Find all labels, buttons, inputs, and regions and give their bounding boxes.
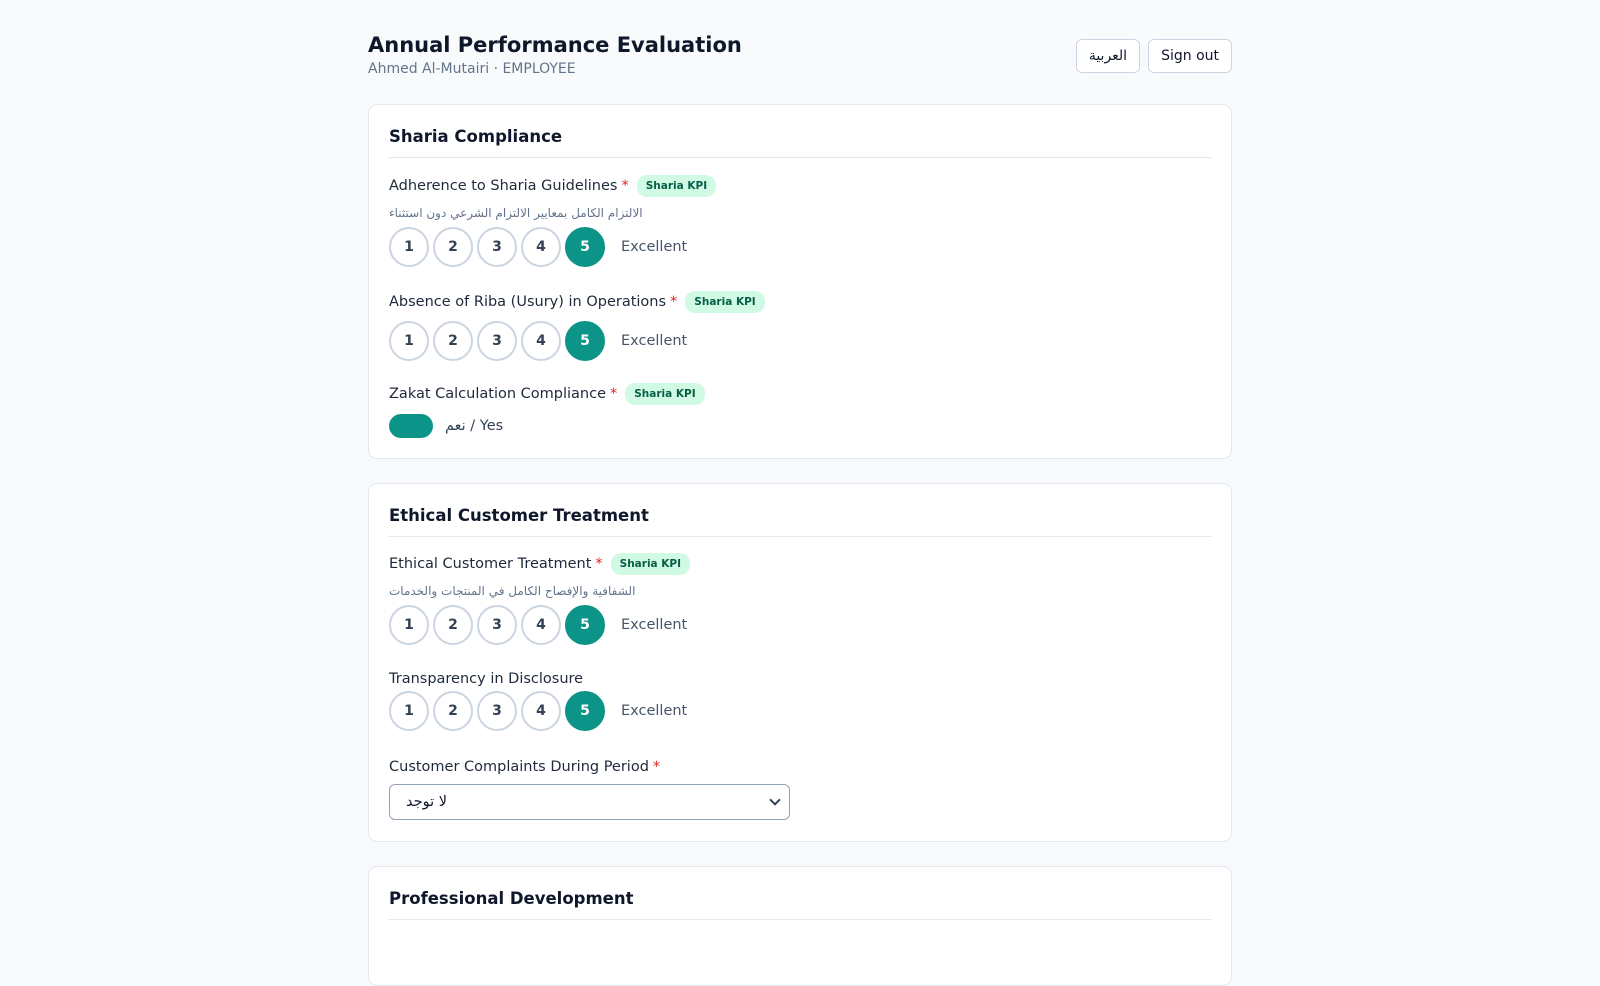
question-label-row: Transparency in Disclosure xyxy=(389,671,583,687)
section-professional-development: Professional Development xyxy=(368,866,1232,986)
required-marker: * xyxy=(610,386,618,402)
page-title: Annual Performance Evaluation xyxy=(368,33,742,57)
rating-option-2[interactable]: 2 xyxy=(433,691,473,731)
user-subtitle: Ahmed Al-Mutairi · EMPLOYEE xyxy=(368,61,576,77)
question-hint: الشفافية والإفصاح الكامل في المنتجات وال… xyxy=(389,584,636,598)
rating-option-4[interactable]: 4 xyxy=(521,227,561,267)
rating-text: Excellent xyxy=(621,617,688,633)
toggle-label: نعم / Yes xyxy=(445,418,504,434)
required-marker: * xyxy=(652,759,661,775)
rating-text: Excellent xyxy=(621,703,688,719)
question-label: Absence of Riba (Usury) in Operations xyxy=(389,294,667,310)
header-actions: العربية Sign out xyxy=(1075,39,1232,73)
question-label: Adherence to Sharia Guidelines xyxy=(389,178,618,194)
page-header: Annual Performance Evaluation Ahmed Al-M… xyxy=(368,0,1232,104)
question-label: Transparency in Disclosure xyxy=(389,671,584,687)
question-label: Customer Complaints During Period xyxy=(389,759,649,775)
page: Annual Performance Evaluation Ahmed Al-M… xyxy=(368,0,1232,986)
complaints-select[interactable]: لا توجد xyxy=(389,784,790,820)
sharia-kpi-badge: Sharia KPI xyxy=(636,175,717,197)
rating-option-3[interactable]: 3 xyxy=(477,321,517,361)
rating-text: Excellent xyxy=(621,333,688,349)
section-ethical-customer-treatment: Ethical Customer Treatment Ethical Custo… xyxy=(368,483,1232,842)
language-toggle-button[interactable]: العربية xyxy=(1075,39,1141,73)
chevron-down-icon xyxy=(769,794,781,806)
required-marker: * xyxy=(595,556,603,572)
rating-option-4[interactable]: 4 xyxy=(521,605,561,645)
question-label-row: Zakat Calculation Compliance * Sharia KP… xyxy=(389,383,705,405)
rating-option-5[interactable]: 5 xyxy=(565,605,605,645)
select-value: لا توجد xyxy=(406,794,447,810)
sharia-kpi-badge: Sharia KPI xyxy=(610,553,691,575)
section-sharia-compliance: Sharia Compliance Adherence to Sharia Gu… xyxy=(368,104,1232,459)
rating-option-4[interactable]: 4 xyxy=(521,321,561,361)
rating-scale: 1 2 3 4 5 Excellent xyxy=(389,227,687,267)
section-header: Professional Development xyxy=(389,867,1211,920)
rating-option-1[interactable]: 1 xyxy=(389,227,429,267)
question-label: Zakat Calculation Compliance xyxy=(389,386,606,402)
rating-option-5[interactable]: 5 xyxy=(565,691,605,731)
rating-option-1[interactable]: 1 xyxy=(389,321,429,361)
rating-option-2[interactable]: 2 xyxy=(433,321,473,361)
toggle-row: نعم / Yes xyxy=(389,414,503,438)
rating-option-2[interactable]: 2 xyxy=(433,605,473,645)
section-header: Ethical Customer Treatment xyxy=(389,484,1211,537)
rating-option-5[interactable]: 5 xyxy=(565,321,605,361)
required-marker: * xyxy=(670,294,678,310)
section-header: Sharia Compliance xyxy=(389,105,1211,158)
section-title: Sharia Compliance xyxy=(389,127,563,146)
rating-scale: 1 2 3 4 5 Excellent xyxy=(389,321,687,361)
section-title: Professional Development xyxy=(389,889,634,908)
rating-option-2[interactable]: 2 xyxy=(433,227,473,267)
rating-option-3[interactable]: 3 xyxy=(477,605,517,645)
required-marker: * xyxy=(621,178,629,194)
sharia-kpi-badge: Sharia KPI xyxy=(685,291,765,313)
question-label-row: Ethical Customer Treatment * Sharia KPI xyxy=(389,553,691,575)
sign-out-button[interactable]: Sign out xyxy=(1148,39,1232,73)
rating-option-3[interactable]: 3 xyxy=(477,227,517,267)
rating-scale: 1 2 3 4 5 Excellent xyxy=(389,605,687,645)
sharia-kpi-badge: Sharia KPI xyxy=(625,383,705,405)
rating-scale: 1 2 3 4 5 Excellent xyxy=(389,691,687,731)
rating-option-3[interactable]: 3 xyxy=(477,691,517,731)
rating-text: Excellent xyxy=(621,239,688,255)
question-label-row: Adherence to Sharia Guidelines * Sharia … xyxy=(389,175,717,197)
zakat-toggle[interactable] xyxy=(389,414,433,438)
question-label-row: Customer Complaints During Period * xyxy=(389,759,660,775)
question-label: Ethical Customer Treatment xyxy=(389,556,592,572)
question-hint: الالتزام الكامل بمعايير الالتزام الشرعي … xyxy=(389,206,643,220)
section-title: Ethical Customer Treatment xyxy=(389,506,649,525)
rating-option-1[interactable]: 1 xyxy=(389,691,429,731)
rating-option-4[interactable]: 4 xyxy=(521,691,561,731)
question-label-row: Absence of Riba (Usury) in Operations * … xyxy=(389,291,765,313)
rating-option-5[interactable]: 5 xyxy=(565,227,605,267)
rating-option-1[interactable]: 1 xyxy=(389,605,429,645)
